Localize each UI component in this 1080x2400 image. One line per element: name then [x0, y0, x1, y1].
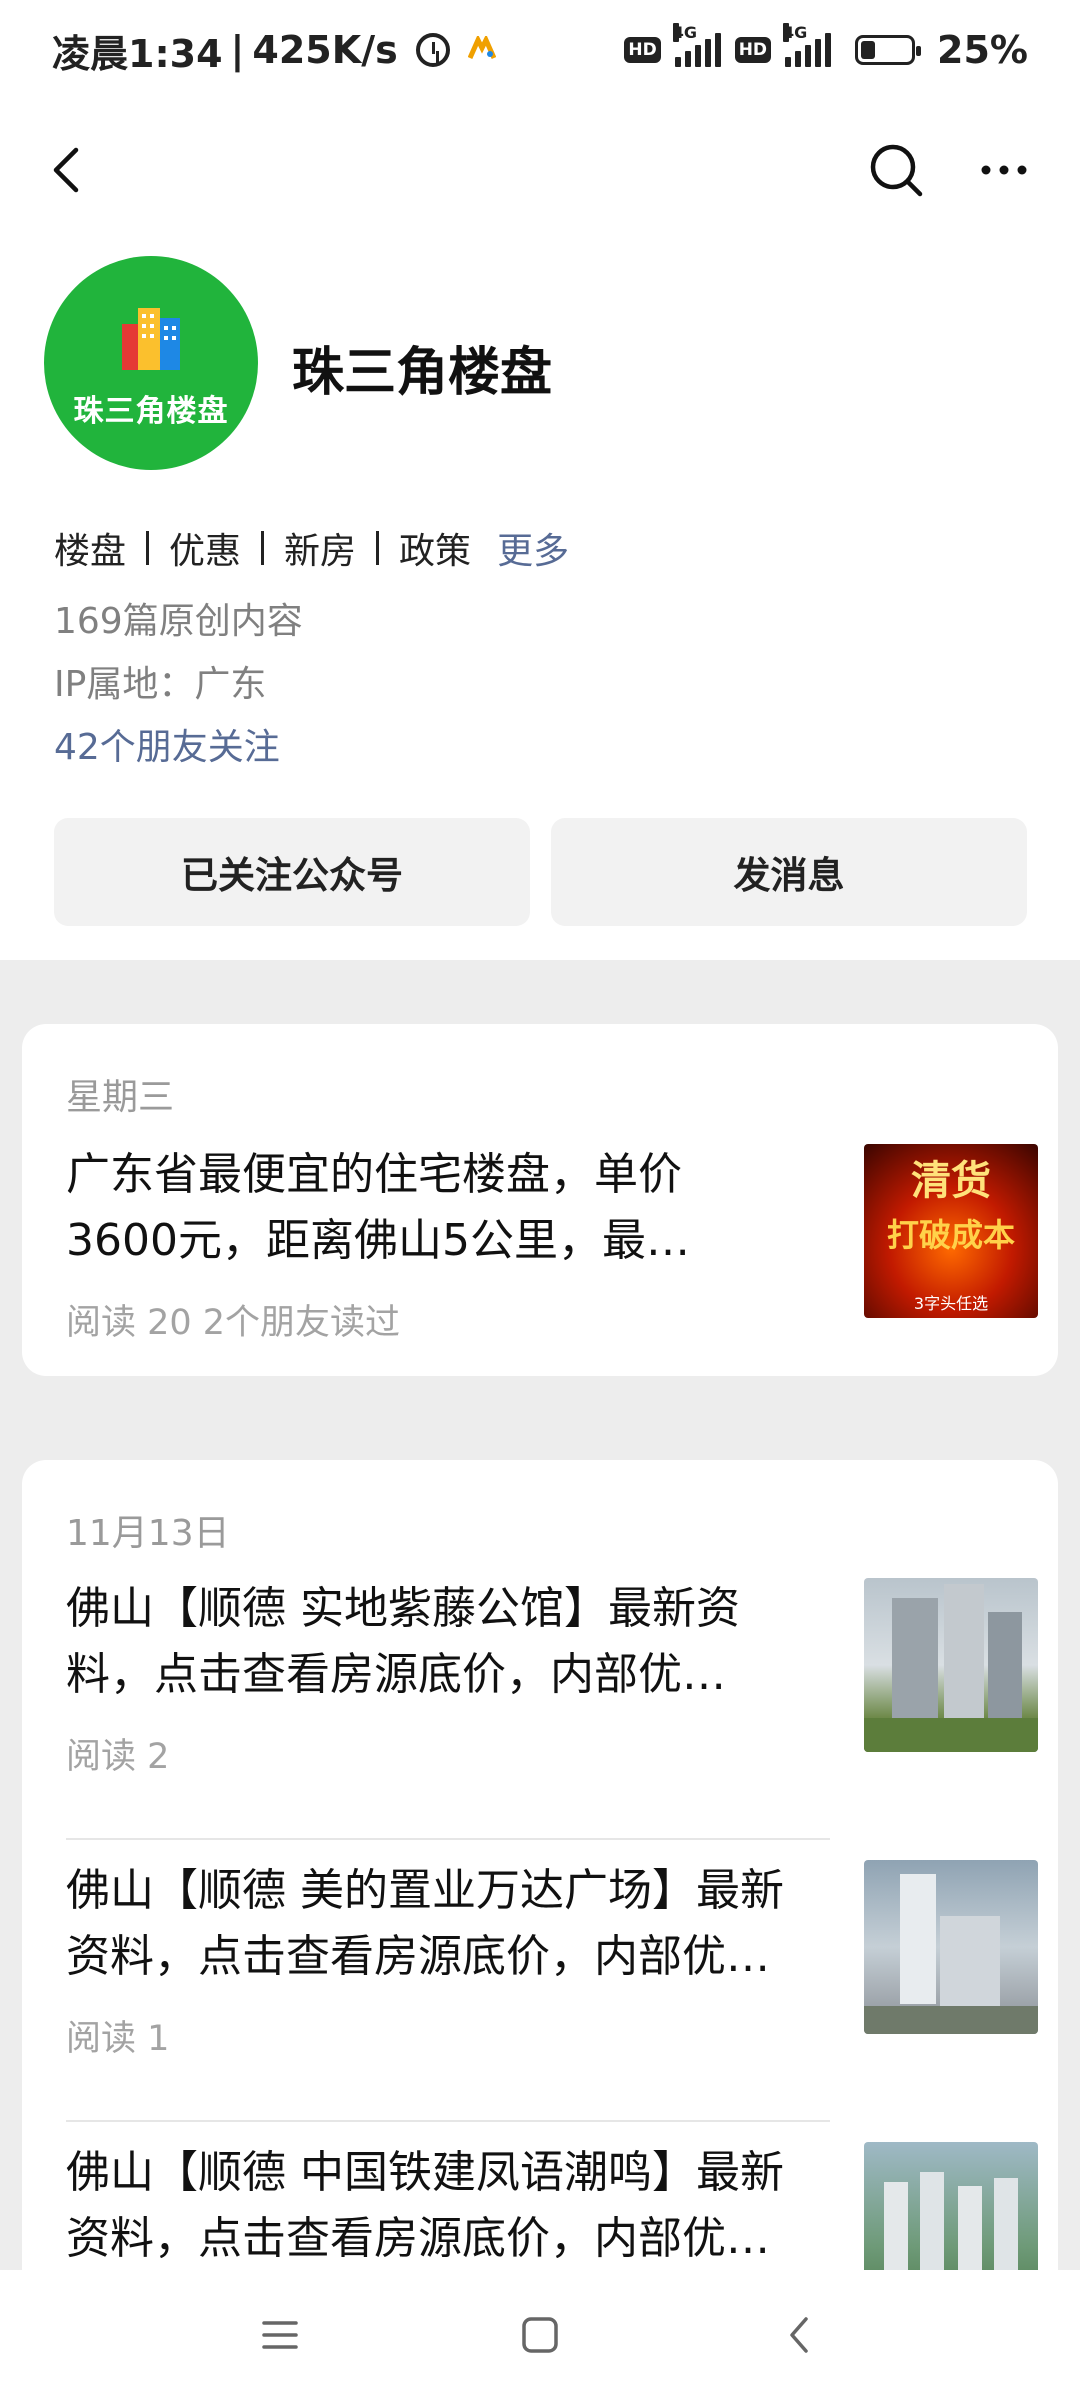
back-button[interactable]: [30, 132, 106, 208]
article-meta: 阅读 2: [66, 1737, 170, 1777]
app-notification-icon: [467, 33, 496, 68]
hd-badge-2: HD: [734, 37, 772, 63]
account-avatar[interactable]: 珠三角楼盘: [44, 256, 258, 470]
article-divider: [66, 2120, 830, 2122]
search-button[interactable]: [858, 132, 934, 208]
status-time: 凌晨1:34: [52, 31, 223, 76]
article-divider: [66, 1838, 830, 1840]
ip-location: IP属地：广东: [54, 664, 267, 705]
battery-icon: [855, 35, 922, 65]
tag-item[interactable]: 楼盘: [54, 522, 126, 574]
article-thumbnail: [864, 1578, 1038, 1752]
article-title: 佛山【顺德 美的置业万达广场】最新资料，点击查看房源底价，内部优…: [66, 1865, 784, 1982]
back-triangle-icon[interactable]: [770, 2305, 830, 2365]
article-thumbnail: 清货 打破成本 3字头任选: [864, 1144, 1038, 1318]
thumbnail-text: 3字头任选: [913, 1294, 989, 1313]
signal-icon-2: 4G: [783, 23, 832, 67]
network-type-2: 4G: [783, 23, 808, 42]
status-speed: 425K/s: [252, 28, 398, 72]
tag-item[interactable]: 优惠: [169, 522, 241, 574]
avatar-text: 珠三角楼盘: [73, 394, 229, 429]
chevron-left-icon: [53, 147, 79, 193]
tag-divider: [261, 531, 265, 565]
hd-badge-1: HD: [624, 37, 661, 63]
article-title: 佛山【顺德 中国铁建凤语潮鸣】最新资料，点击查看房源底价，内部优…: [66, 2147, 784, 2264]
alarm-icon: [415, 33, 450, 67]
building-photo: [864, 1584, 1038, 1752]
thumbnail-text: 清货: [911, 1158, 991, 1204]
status-separator: |: [230, 28, 245, 72]
tag-divider: [146, 531, 150, 565]
thumbnail-text: 打破成本: [886, 1216, 1015, 1254]
battery-level: 25%: [937, 28, 1028, 72]
building-logo-icon: [122, 308, 180, 370]
menu-icon[interactable]: [250, 2305, 310, 2365]
article-feed[interactable]: 星期三 广东省最便宜的住宅楼盘，单价3600元，距离佛山5公里，最… 阅读 20…: [0, 960, 1080, 2270]
group-date: 11月13日: [66, 1513, 230, 1554]
article-meta: 阅读 20 2个朋友读过: [66, 1303, 401, 1343]
send-message-button[interactable]: 发消息: [551, 818, 1027, 926]
original-content-count[interactable]: 169篇原创内容: [54, 592, 303, 644]
network-type-1: 4G: [672, 23, 697, 42]
article-title: 佛山【顺德 实地紫藤公馆】最新资料，点击查看房源底价，内部优…: [66, 1583, 740, 1700]
article-group-card: 11月13日 佛山【顺德 实地紫藤公馆】最新资料，点击查看房源底价，内部优… 阅…: [22, 1460, 1058, 2270]
followed-button[interactable]: 已关注公众号: [54, 818, 530, 926]
home-square-icon[interactable]: [510, 2305, 570, 2365]
tags-more-link[interactable]: 更多: [497, 522, 569, 574]
account-name: 珠三角楼盘: [292, 343, 553, 403]
more-dots-icon: [981, 165, 1027, 175]
search-icon: [870, 144, 923, 197]
tag-item[interactable]: 新房: [284, 522, 356, 574]
more-options-button[interactable]: [966, 132, 1042, 208]
building-photo: [864, 1874, 1038, 2034]
article-meta: 阅读 1: [66, 2019, 170, 2059]
system-navigation-bar: [0, 2270, 1080, 2400]
status-right-group: HD 4G HD 4G 25%: [624, 23, 1028, 72]
top-navbar: [0, 110, 1080, 230]
signal-icon-1: 4G: [672, 23, 721, 67]
article-thumbnail: [864, 2142, 1038, 2270]
article-group-card: 星期三 广东省最便宜的住宅楼盘，单价3600元，距离佛山5公里，最… 阅读 20…: [22, 1024, 1058, 1376]
friends-following-link[interactable]: 42个朋友关注: [54, 718, 280, 770]
building-photo: [884, 2172, 1018, 2270]
account-tags: 楼盘 优惠 新房 政策 更多: [54, 522, 569, 574]
tag-divider: [376, 531, 380, 565]
article-title: 广东省最便宜的住宅楼盘，单价3600元，距离佛山5公里，最…: [66, 1149, 690, 1266]
group-date: 星期三: [66, 1077, 175, 1118]
status-bar: 凌晨1:34 | 425K/s HD 4G HD 4G 25%: [0, 0, 1080, 100]
tag-item[interactable]: 政策: [399, 522, 471, 574]
article-thumbnail: [864, 1860, 1038, 2034]
